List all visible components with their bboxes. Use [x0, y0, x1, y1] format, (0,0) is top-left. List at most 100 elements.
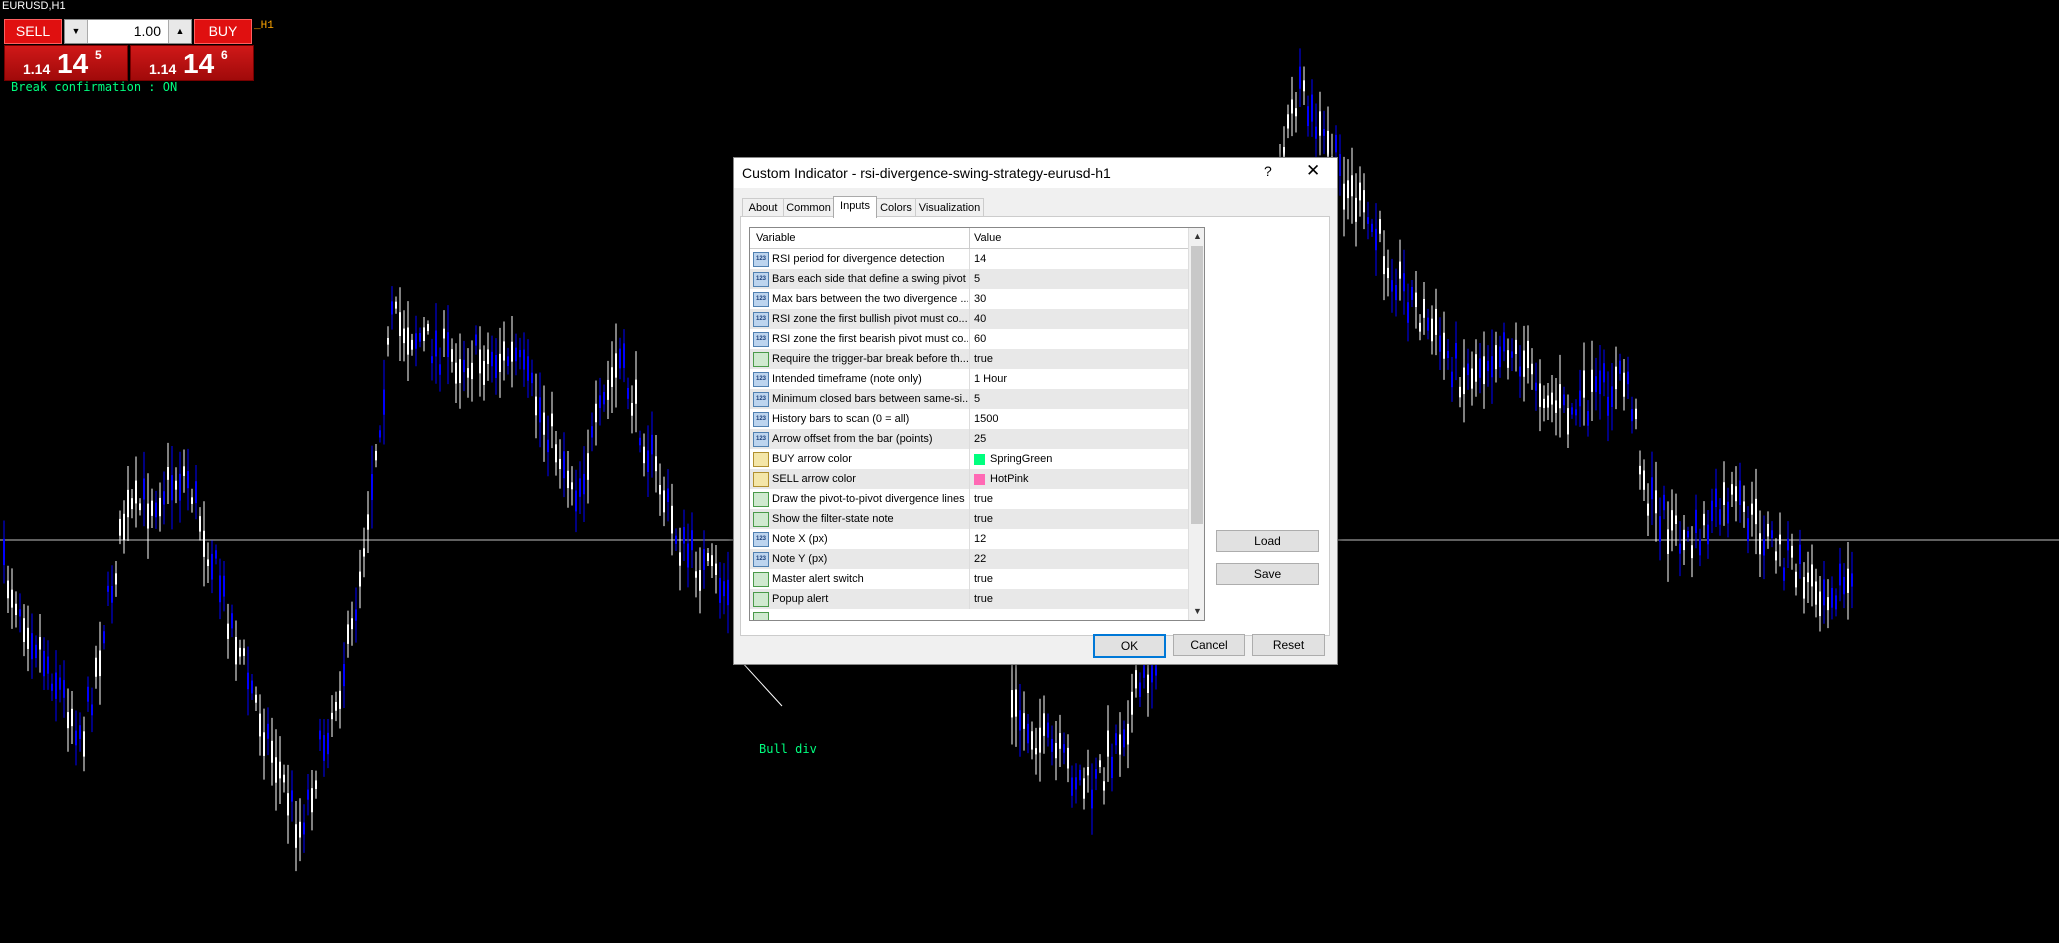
- sell-quote[interactable]: 1.14 14 5: [4, 45, 128, 81]
- tab-about[interactable]: About: [742, 198, 784, 217]
- one-click-trading-panel: SELL ▼ 1.00 ▲ BUY 1.14 14 5 1.14 14 6: [0, 17, 256, 81]
- table-row[interactable]: 123 Note Y (px) 22: [750, 549, 1188, 569]
- color-icon: [753, 472, 769, 487]
- bull-div-label: Bull div: [759, 742, 817, 756]
- buy-price-sup: 6: [221, 48, 228, 62]
- bool-icon: [753, 492, 769, 507]
- table-row[interactable]: 123 Bars each side that define a swing pi…: [750, 269, 1188, 289]
- table-row[interactable]: 123 History bars to scan (0 = all) 1500: [750, 409, 1188, 429]
- bool-icon: [753, 352, 769, 367]
- break-confirmation-note: Break confirmation : ON: [11, 80, 178, 94]
- variable-name: Master alert switch: [772, 573, 864, 585]
- variable-value[interactable]: HotPink: [990, 473, 1029, 485]
- variable-value[interactable]: 30: [974, 293, 986, 305]
- table-row[interactable]: 123 Arrow offset from the bar (points) 25: [750, 429, 1188, 449]
- column-variable[interactable]: Variable: [756, 232, 796, 244]
- inputs-table-header: Variable Value: [750, 228, 1188, 249]
- variable-value[interactable]: true: [974, 593, 993, 605]
- table-row[interactable]: 123 Intended timeframe (note only) 1 Hour: [750, 369, 1188, 389]
- tab-common[interactable]: Common: [783, 198, 834, 217]
- variable-value[interactable]: 60: [974, 333, 986, 345]
- lot-size-value[interactable]: 1.00: [134, 20, 161, 43]
- number-icon: 123: [753, 532, 769, 547]
- variable-value[interactable]: 1 Hour: [974, 373, 1007, 385]
- timeframe-label: _H1: [254, 20, 274, 32]
- column-value[interactable]: Value: [974, 232, 1001, 244]
- bool-icon: [753, 612, 769, 620]
- load-button[interactable]: Load: [1216, 530, 1319, 552]
- tab-visualization[interactable]: Visualization: [915, 198, 984, 217]
- inputs-panel: Variable Value 123 RSI period for diverge…: [740, 216, 1330, 636]
- cancel-button[interactable]: Cancel: [1173, 634, 1245, 656]
- bool-icon: [753, 512, 769, 527]
- buy-quote[interactable]: 1.14 14 6: [130, 45, 254, 81]
- variable-value[interactable]: 12: [974, 533, 986, 545]
- variable-name: RSI period for divergence detection: [772, 253, 945, 265]
- variable-value[interactable]: SpringGreen: [990, 453, 1052, 465]
- number-icon: 123: [753, 552, 769, 567]
- table-row[interactable]: SELL arrow color HotPink: [750, 469, 1188, 489]
- variable-value[interactable]: true: [974, 573, 993, 585]
- table-row[interactable]: Draw the pivot-to-pivot divergence lines…: [750, 489, 1188, 509]
- table-row[interactable]: Master alert switch true: [750, 569, 1188, 589]
- tab-colors[interactable]: Colors: [876, 198, 916, 217]
- variable-name: Popup alert: [772, 593, 829, 605]
- variable-name: Require the trigger-bar break before th.…: [772, 353, 968, 365]
- bool-icon: [753, 592, 769, 607]
- close-icon[interactable]: ✕: [1306, 161, 1320, 181]
- bool-icon: [753, 572, 769, 587]
- variable-value[interactable]: 14: [974, 253, 986, 265]
- table-row[interactable]: 123 RSI zone the first bullish pivot must…: [750, 309, 1188, 329]
- buy-button[interactable]: BUY: [194, 19, 252, 44]
- variable-value[interactable]: 25: [974, 433, 986, 445]
- ok-button[interactable]: OK: [1093, 634, 1166, 658]
- variable-value[interactable]: 22: [974, 553, 986, 565]
- divergence-line: [739, 659, 783, 707]
- sell-button[interactable]: SELL: [4, 19, 62, 44]
- table-row[interactable]: 123 Note X (px) 12: [750, 529, 1188, 549]
- scrollbar-thumb[interactable]: [1191, 246, 1203, 524]
- help-icon[interactable]: ?: [1264, 163, 1272, 179]
- lot-increase-icon[interactable]: ▲: [168, 20, 191, 43]
- table-row[interactable]: BUY arrow color SpringGreen: [750, 449, 1188, 469]
- variable-value[interactable]: true: [974, 353, 993, 365]
- table-row[interactable]: 123 RSI period for divergence detection 14: [750, 249, 1188, 269]
- variable-name: History bars to scan (0 = all): [772, 413, 910, 425]
- table-row[interactable]: Popup alert true: [750, 589, 1188, 609]
- table-row[interactable]: Show the filter-state note true: [750, 509, 1188, 529]
- variable-value[interactable]: true: [974, 513, 993, 525]
- variable-name: Minimum closed bars between same-si...: [772, 393, 968, 405]
- variable-value[interactable]: 40: [974, 313, 986, 325]
- table-row[interactable]: 123 Minimum closed bars between same-si..…: [750, 389, 1188, 409]
- sell-price-sup: 5: [95, 48, 102, 62]
- variable-value[interactable]: true: [974, 493, 993, 505]
- tab-inputs[interactable]: Inputs: [833, 196, 877, 218]
- table-row-partial[interactable]: [750, 609, 1188, 620]
- variable-name: SELL arrow color: [772, 473, 856, 485]
- scroll-up-icon[interactable]: ▲: [1193, 231, 1202, 241]
- number-icon: 123: [753, 272, 769, 287]
- dialog-title: Custom Indicator - rsi-divergence-swing-…: [742, 165, 1111, 181]
- vertical-scrollbar[interactable]: ▲ ▼: [1188, 228, 1204, 620]
- number-icon: 123: [753, 252, 769, 267]
- variable-name: Bars each side that define a swing pivot: [772, 273, 966, 285]
- variable-value[interactable]: 5: [974, 393, 980, 405]
- number-icon: 123: [753, 372, 769, 387]
- variable-name: Note X (px): [772, 533, 828, 545]
- table-row[interactable]: 123 RSI zone the first bearish pivot must…: [750, 329, 1188, 349]
- reset-button[interactable]: Reset: [1252, 634, 1325, 656]
- dialog-titlebar[interactable]: Custom Indicator - rsi-divergence-swing-…: [734, 158, 1337, 188]
- variable-name: Max bars between the two divergence ...: [772, 293, 968, 305]
- lot-size-stepper[interactable]: ▼ 1.00 ▲: [64, 19, 192, 44]
- table-row[interactable]: Require the trigger-bar break before th.…: [750, 349, 1188, 369]
- lot-dropdown-icon[interactable]: ▼: [65, 20, 88, 43]
- variable-name: Note Y (px): [772, 553, 828, 565]
- variable-name: RSI zone the first bullish pivot must co…: [772, 313, 968, 325]
- table-row[interactable]: 123 Max bars between the two divergence .…: [750, 289, 1188, 309]
- variable-value[interactable]: 5: [974, 273, 980, 285]
- number-icon: 123: [753, 312, 769, 327]
- variable-value[interactable]: 1500: [974, 413, 998, 425]
- save-button[interactable]: Save: [1216, 563, 1319, 585]
- scroll-down-icon[interactable]: ▼: [1193, 606, 1202, 616]
- color-swatch: [974, 474, 985, 485]
